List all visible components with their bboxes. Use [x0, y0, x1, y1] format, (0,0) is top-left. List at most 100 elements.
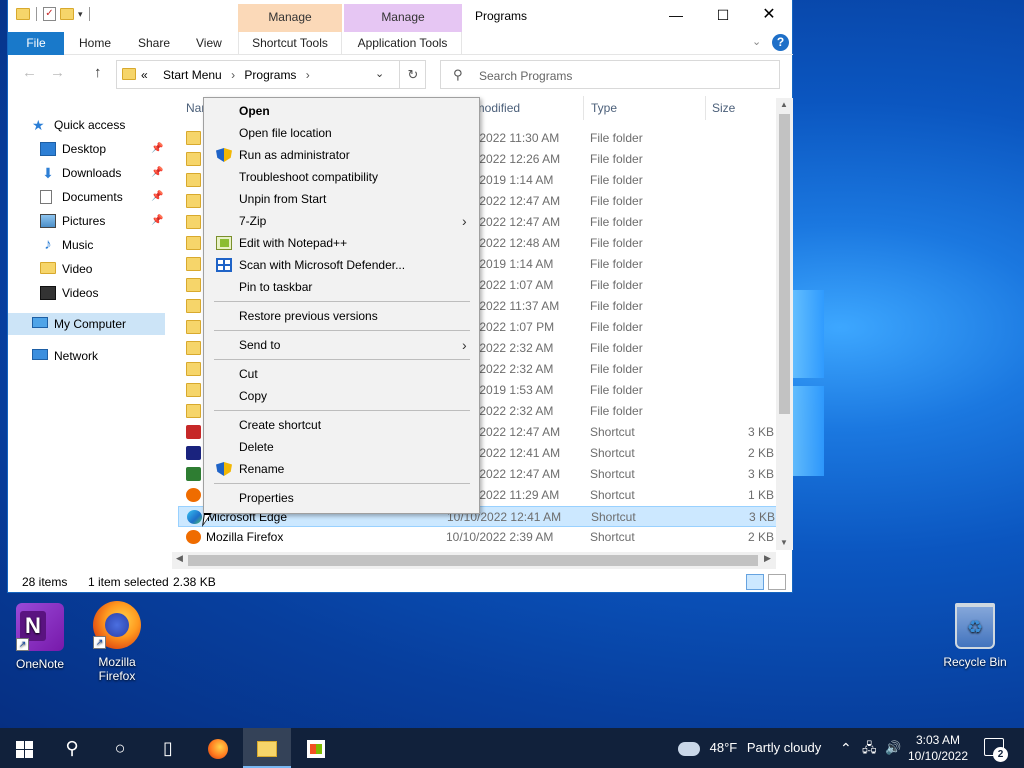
taskbar-file-explorer[interactable] [243, 728, 291, 768]
properties-check-icon[interactable]: ✓ [43, 7, 56, 21]
menu-item-restore-previous-versions[interactable]: Restore previous versions [206, 305, 477, 327]
menu-divider [214, 410, 470, 411]
menu-item-cut[interactable]: Cut [206, 363, 477, 385]
search-button[interactable]: ⚲ [48, 728, 96, 768]
refresh-icon[interactable]: ↻ [399, 61, 426, 88]
network-tray-icon[interactable]: 🖧 [862, 728, 877, 768]
menu-item-send-to[interactable]: Send to › [206, 334, 477, 356]
folder-icon [186, 215, 201, 229]
minimize-button[interactable]: — [653, 0, 699, 30]
column-header-size[interactable]: Size [712, 94, 735, 122]
chevron-down-icon[interactable]: ▾ [78, 9, 83, 20]
scroll-thumb[interactable] [188, 555, 758, 566]
document-icon [40, 190, 52, 204]
menu-item-properties[interactable]: Properties [206, 487, 477, 509]
new-folder-icon[interactable] [60, 8, 74, 20]
menu-item-edit-with-notepadpp[interactable]: Edit with Notepad++ [206, 232, 477, 254]
sidebar-item-video[interactable]: Video [40, 258, 165, 280]
menu-item-create-shortcut[interactable]: Create shortcut [206, 414, 477, 436]
sidebar-item-quick-access[interactable]: ★ Quick access [32, 114, 165, 136]
vertical-scrollbar[interactable]: ▲ ▼ [776, 98, 793, 550]
sidebar-item-pictures[interactable]: Pictures 📌 [40, 210, 165, 232]
tab-shortcut-tools[interactable]: Shortcut Tools [238, 32, 342, 55]
tab-home[interactable]: Home [79, 32, 111, 55]
chevron-down-icon[interactable]: ⌄ [375, 67, 384, 80]
sidebar-item-label: Videos [62, 286, 99, 300]
task-view-button[interactable]: ▯ [144, 728, 192, 768]
folder-icon [186, 173, 201, 187]
desktop-icon-recycle-bin[interactable]: Recycle Bin [935, 603, 1015, 669]
up-arrow-icon[interactable]: ↑ [94, 64, 102, 81]
scroll-left-icon[interactable]: ◀ [176, 553, 183, 564]
selection-count: 1 item selected [88, 575, 169, 589]
scroll-thumb[interactable] [779, 114, 790, 414]
scroll-right-icon[interactable]: ▶ [764, 553, 771, 564]
menu-item-7zip[interactable]: 7-Zip › [206, 210, 477, 232]
weather-widget[interactable]: 48°F Partly cloudy [678, 728, 821, 768]
desktop-icon-label: Recycle Bin [943, 655, 1007, 669]
sidebar-item-videos[interactable]: Videos [40, 282, 165, 304]
expand-ribbon-icon[interactable]: ⌄ [752, 35, 761, 48]
tab-application-tools[interactable]: Application Tools [344, 32, 462, 55]
column-header-type[interactable]: Type [591, 94, 617, 122]
chevron-up-icon[interactable]: ⌃ [840, 728, 852, 768]
maximize-button[interactable]: ☐ [700, 0, 746, 30]
tab-share[interactable]: Share [138, 32, 170, 55]
scroll-down-icon[interactable]: ▼ [780, 538, 788, 547]
ribbon-tabs: File Home Share View Shortcut Tools Appl… [8, 32, 793, 55]
menu-item-troubleshoot-compatibility[interactable]: Troubleshoot compatibility [206, 166, 477, 188]
sidebar-item-downloads[interactable]: ⬇ Downloads 📌 [40, 162, 165, 184]
taskbar-firefox[interactable] [194, 728, 242, 768]
close-button[interactable]: ✕ [746, 0, 792, 30]
sidebar-item-desktop[interactable]: Desktop 📌 [40, 138, 165, 160]
menu-item-open-file-location[interactable]: Open file location [206, 122, 477, 144]
large-icons-view-button[interactable] [768, 574, 786, 590]
menu-item-scan-with-defender[interactable]: Scan with Microsoft Defender... [206, 254, 477, 276]
help-icon[interactable]: ? [772, 34, 789, 51]
breadcrumb-start-menu[interactable]: Start Menu [163, 68, 222, 82]
search-placeholder: Search Programs [479, 69, 573, 83]
sidebar-item-my-computer[interactable]: My Computer [8, 313, 165, 335]
pin-icon: 📌 [151, 167, 164, 178]
table-row[interactable]: Mozilla Firefox 10/10/2022 2:39 AM Shortcu… [178, 527, 778, 548]
uac-shield-icon [216, 148, 232, 162]
taskbar-store[interactable] [292, 728, 340, 768]
clock[interactable]: 3:03 AM 10/10/2022 [904, 732, 972, 764]
breadcrumb-overflow[interactable]: « [141, 68, 148, 82]
sidebar-item-documents[interactable]: Documents 📌 [40, 186, 165, 208]
cortana-button[interactable]: ○ [96, 728, 144, 768]
sidebar-item-music[interactable]: ♪ Music [40, 234, 165, 256]
menu-item-unpin-from-start[interactable]: Unpin from Start [206, 188, 477, 210]
chevron-right-icon[interactable]: › [231, 68, 235, 82]
address-bar[interactable]: « Start Menu › Programs › ⌄ ↻ [116, 60, 426, 89]
folder-icon[interactable] [16, 8, 30, 20]
title-bar[interactable]: ✓ ▾ Manage Manage Programs — ☐ ✕ [8, 0, 792, 32]
menu-item-pin-to-taskbar[interactable]: Pin to taskbar [206, 276, 477, 298]
tab-manage-application[interactable]: Manage [344, 4, 462, 32]
search-input[interactable]: ⚲ Search Programs [440, 60, 780, 89]
item-count: 28 items [22, 575, 68, 589]
breadcrumb: « Start Menu › Programs › [141, 68, 316, 82]
horizontal-scrollbar[interactable]: ◀ ▶ [172, 552, 776, 569]
volume-icon[interactable]: 🔊 [885, 728, 901, 768]
chevron-right-icon[interactable]: › [306, 68, 310, 82]
back-arrow-icon[interactable]: ← [22, 64, 37, 81]
forward-arrow-icon[interactable]: → [50, 64, 65, 81]
desktop-icon-firefox[interactable]: ↗ Mozilla Firefox [77, 601, 157, 683]
start-button[interactable] [0, 728, 48, 768]
tab-manage-shortcut[interactable]: Manage [238, 4, 342, 32]
desktop-icon-onenote[interactable]: N ↗ OneNote [0, 603, 80, 671]
details-view-button[interactable] [746, 574, 764, 590]
computer-icon [32, 317, 48, 328]
menu-item-run-as-administrator[interactable]: Run as administrator [206, 144, 477, 166]
menu-item-open[interactable]: Open [206, 100, 477, 122]
scroll-up-icon[interactable]: ▲ [780, 100, 788, 109]
tab-view[interactable]: View [196, 32, 222, 55]
menu-item-copy[interactable]: Copy [206, 385, 477, 407]
breadcrumb-programs[interactable]: Programs [244, 68, 296, 82]
tab-file[interactable]: File [8, 32, 64, 55]
sidebar-item-network[interactable]: Network [32, 345, 165, 367]
menu-item-delete[interactable]: Delete [206, 436, 477, 458]
folder-icon [186, 299, 201, 313]
menu-item-rename[interactable]: Rename [206, 458, 477, 480]
